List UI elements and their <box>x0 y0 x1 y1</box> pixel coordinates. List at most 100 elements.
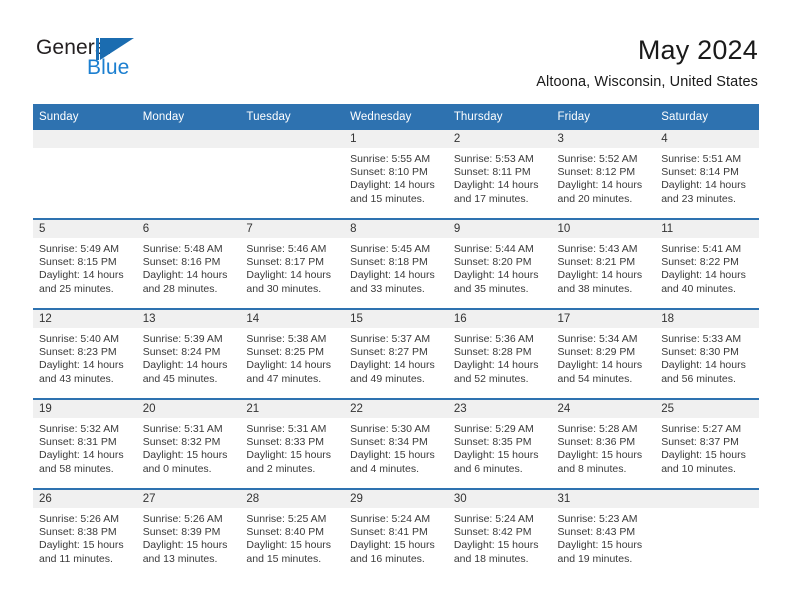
calendar-day-cell[interactable]: 14 Sunrise: 5:38 AM Sunset: 8:25 PM Dayligh… <box>240 308 345 399</box>
daylight-duration-line2: and 38 minutes. <box>557 282 633 295</box>
day-details: Sunrise: 5:45 AM Sunset: 8:18 PM Daylight:… <box>344 238 448 296</box>
day-number: 22 <box>344 400 448 418</box>
calendar-day-cell[interactable]: 1 Sunrise: 5:55 AM Sunset: 8:10 PM Daylight… <box>344 130 448 219</box>
day-number <box>33 130 137 148</box>
weekday-header-thursday: Thursday <box>447 104 552 130</box>
day-number: 8 <box>344 220 448 238</box>
calendar-day-cell[interactable]: 10 Sunrise: 5:43 AM Sunset: 8:21 PM Dayligh… <box>551 218 656 309</box>
calendar-day-cell[interactable]: 29 Sunrise: 5:24 AM Sunset: 8:41 PM Dayligh… <box>344 488 448 578</box>
calendar-day-cell[interactable]: 6 Sunrise: 5:48 AM Sunset: 8:16 PM Daylight… <box>136 218 241 309</box>
sunset-time: Sunset: 8:25 PM <box>246 346 325 359</box>
day-cell-13: 13 Sunrise: 5:39 AM Sunset: 8:24 PM Dayligh… <box>136 310 241 398</box>
daylight-duration-line2: and 23 minutes. <box>661 192 736 205</box>
daylight-duration-line1: Daylight: 14 hours <box>661 269 746 282</box>
sunset-time: Sunset: 8:33 PM <box>246 436 325 449</box>
daylight-duration-line2: and 15 minutes. <box>246 552 322 565</box>
calendar-day-cell[interactable]: 31 Sunrise: 5:23 AM Sunset: 8:43 PM Dayligh… <box>551 488 656 578</box>
calendar-day-cell[interactable] <box>240 130 345 219</box>
daylight-duration-line1: Daylight: 15 hours <box>246 539 332 552</box>
sunrise-time: Sunrise: 5:46 AM <box>246 243 327 255</box>
daylight-duration-line2: and 10 minutes. <box>661 462 736 475</box>
day-cell-30: 30 Sunrise: 5:24 AM Sunset: 8:42 PM Dayligh… <box>447 490 552 578</box>
day-details: Sunrise: 5:34 AM Sunset: 8:29 PM Daylight:… <box>552 328 656 386</box>
sunrise-time: Sunrise: 5:49 AM <box>39 243 119 255</box>
day-details: Sunrise: 5:30 AM Sunset: 8:34 PM Daylight:… <box>344 418 448 476</box>
calendar-day-cell[interactable]: 15 Sunrise: 5:37 AM Sunset: 8:27 PM Dayligh… <box>344 308 448 399</box>
sunrise-time: Sunrise: 5:44 AM <box>453 243 534 255</box>
daylight-duration-line2: and 19 minutes. <box>557 552 633 565</box>
sunrise-time: Sunrise: 5:37 AM <box>350 333 431 345</box>
daylight-duration-line2: and 49 minutes. <box>350 372 425 385</box>
daylight-duration-line1: Daylight: 15 hours <box>453 449 539 462</box>
calendar-day-cell[interactable]: 3 Sunrise: 5:52 AM Sunset: 8:12 PM Daylight… <box>551 130 656 219</box>
day-details: Sunrise: 5:41 AM Sunset: 8:22 PM Daylight:… <box>655 238 759 296</box>
day-number: 20 <box>136 400 241 418</box>
calendar-day-cell[interactable]: 12 Sunrise: 5:40 AM Sunset: 8:23 PM Dayligh… <box>33 308 137 399</box>
calendar-day-cell[interactable]: 7 Sunrise: 5:46 AM Sunset: 8:17 PM Daylight… <box>240 218 345 309</box>
daylight-duration-line1: Daylight: 15 hours <box>557 539 643 552</box>
calendar-day-cell[interactable]: 13 Sunrise: 5:39 AM Sunset: 8:24 PM Dayligh… <box>136 308 241 399</box>
sunrise-time: Sunrise: 5:52 AM <box>557 153 638 165</box>
day-details: Sunrise: 5:49 AM Sunset: 8:15 PM Daylight:… <box>33 238 137 296</box>
sunset-time: Sunset: 8:37 PM <box>661 436 739 449</box>
sunset-time: Sunset: 8:23 PM <box>39 346 117 359</box>
sunrise-time: Sunrise: 5:24 AM <box>453 513 534 525</box>
calendar-day-cell[interactable] <box>136 130 241 219</box>
day-details: Sunrise: 5:25 AM Sunset: 8:40 PM Daylight:… <box>240 508 344 566</box>
day-details: Sunrise: 5:48 AM Sunset: 8:16 PM Daylight:… <box>137 238 241 296</box>
calendar-day-cell[interactable]: 20 Sunrise: 5:31 AM Sunset: 8:32 PM Dayligh… <box>136 398 241 489</box>
sunrise-time: Sunrise: 5:32 AM <box>39 423 119 435</box>
calendar-day-cell[interactable]: 21 Sunrise: 5:31 AM Sunset: 8:33 PM Dayligh… <box>240 398 345 489</box>
sunrise-time: Sunrise: 5:28 AM <box>557 423 638 435</box>
calendar-day-cell[interactable]: 23 Sunrise: 5:29 AM Sunset: 8:35 PM Dayligh… <box>447 398 552 489</box>
calendar-day-cell[interactable]: 11 Sunrise: 5:41 AM Sunset: 8:22 PM Dayligh… <box>655 218 759 309</box>
day-cell-26: 26 Sunrise: 5:26 AM Sunset: 8:38 PM Dayligh… <box>33 490 137 578</box>
day-number: 17 <box>551 310 656 328</box>
daylight-duration-line1: Daylight: 15 hours <box>39 539 124 552</box>
calendar-day-cell[interactable]: 2 Sunrise: 5:53 AM Sunset: 8:11 PM Daylight… <box>447 130 552 219</box>
calendar-day-cell[interactable]: 25 Sunrise: 5:27 AM Sunset: 8:37 PM Dayligh… <box>655 398 759 489</box>
calendar-day-cell[interactable]: 19 Sunrise: 5:32 AM Sunset: 8:31 PM Dayligh… <box>33 398 137 489</box>
calendar-day-cell[interactable]: 8 Sunrise: 5:45 AM Sunset: 8:18 PM Daylight… <box>344 218 448 309</box>
calendar-day-cell[interactable]: 4 Sunrise: 5:51 AM Sunset: 8:14 PM Daylight… <box>655 130 759 219</box>
sunrise-time: Sunrise: 5:39 AM <box>142 333 223 345</box>
day-details: Sunrise: 5:55 AM Sunset: 8:10 PM Daylight:… <box>344 148 448 206</box>
daylight-duration-line1: Daylight: 14 hours <box>39 359 124 372</box>
daylight-duration-line1: Daylight: 14 hours <box>453 179 539 192</box>
sunrise-time: Sunrise: 5:36 AM <box>453 333 534 345</box>
day-number <box>240 130 345 148</box>
calendar-day-cell[interactable]: 17 Sunrise: 5:34 AM Sunset: 8:29 PM Dayligh… <box>551 308 656 399</box>
sunrise-time: Sunrise: 5:53 AM <box>453 153 534 165</box>
day-details: Sunrise: 5:24 AM Sunset: 8:42 PM Daylight:… <box>448 508 552 566</box>
sunset-time: Sunset: 8:39 PM <box>142 526 221 539</box>
calendar-day-cell[interactable]: 30 Sunrise: 5:24 AM Sunset: 8:42 PM Dayligh… <box>447 488 552 578</box>
brand-logo[interactable]: General Blue <box>32 36 252 88</box>
daylight-duration-line2: and 0 minutes. <box>142 462 212 475</box>
daylight-duration-line2: and 35 minutes. <box>453 282 529 295</box>
daylight-duration-line1: Daylight: 14 hours <box>661 359 746 372</box>
calendar-day-cell[interactable]: 27 Sunrise: 5:26 AM Sunset: 8:39 PM Dayligh… <box>136 488 241 578</box>
day-details: Sunrise: 5:32 AM Sunset: 8:31 PM Daylight:… <box>33 418 137 476</box>
calendar-day-cell[interactable] <box>33 130 137 219</box>
sunset-time: Sunset: 8:28 PM <box>453 346 532 359</box>
day-number: 28 <box>240 490 345 508</box>
calendar-day-cell[interactable]: 26 Sunrise: 5:26 AM Sunset: 8:38 PM Dayligh… <box>33 488 137 578</box>
calendar-day-cell[interactable]: 24 Sunrise: 5:28 AM Sunset: 8:36 PM Dayligh… <box>551 398 656 489</box>
sunrise-time: Sunrise: 5:26 AM <box>142 513 223 525</box>
calendar-day-cell[interactable] <box>655 488 759 578</box>
day-details: Sunrise: 5:46 AM Sunset: 8:17 PM Daylight:… <box>240 238 344 296</box>
day-number: 19 <box>33 400 137 418</box>
calendar-day-cell[interactable]: 9 Sunrise: 5:44 AM Sunset: 8:20 PM Daylight… <box>447 218 552 309</box>
calendar-day-cell[interactable]: 28 Sunrise: 5:25 AM Sunset: 8:40 PM Dayligh… <box>240 488 345 578</box>
day-details: Sunrise: 5:26 AM Sunset: 8:38 PM Daylight:… <box>33 508 137 566</box>
calendar-day-cell[interactable]: 22 Sunrise: 5:30 AM Sunset: 8:34 PM Dayligh… <box>344 398 448 489</box>
location-subtitle: Altoona, Wisconsin, United States <box>536 74 758 90</box>
day-cell-1: 1 Sunrise: 5:55 AM Sunset: 8:10 PM Daylight… <box>344 130 448 218</box>
calendar-day-cell[interactable]: 18 Sunrise: 5:33 AM Sunset: 8:30 PM Dayligh… <box>655 308 759 399</box>
calendar-day-cell[interactable]: 16 Sunrise: 5:36 AM Sunset: 8:28 PM Dayligh… <box>447 308 552 399</box>
calendar-day-cell[interactable]: 5 Sunrise: 5:49 AM Sunset: 8:15 PM Daylight… <box>33 218 137 309</box>
day-number: 15 <box>344 310 448 328</box>
day-cell-3: 3 Sunrise: 5:52 AM Sunset: 8:12 PM Daylight… <box>551 130 656 218</box>
day-number: 11 <box>655 220 759 238</box>
day-number: 21 <box>240 400 345 418</box>
